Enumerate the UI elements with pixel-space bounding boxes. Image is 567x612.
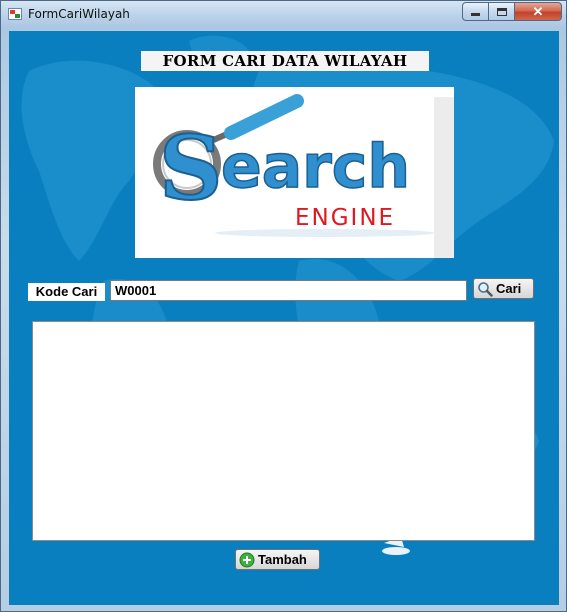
- tambah-button-label: Tambah: [258, 552, 307, 567]
- search-engine-logo: S earch ENGINE: [135, 87, 454, 258]
- form-client-area: FORM CARI DATA WILAYAH S earch ENGINE Ko…: [9, 31, 559, 605]
- logo-graphic: S earch ENGINE: [153, 94, 435, 237]
- close-icon: ✕: [532, 3, 544, 19]
- minimize-icon: [471, 13, 480, 16]
- kode-cari-label: Kode Cari: [28, 283, 105, 301]
- results-panel[interactable]: [32, 321, 535, 541]
- magnifier-icon: [478, 281, 493, 297]
- tambah-button[interactable]: Tambah: [235, 549, 320, 570]
- logo-main-text: earch: [221, 132, 410, 202]
- title-bar[interactable]: FormCariWilayah ✕: [1, 1, 566, 29]
- app-icon[interactable]: [8, 8, 22, 20]
- cari-button-label: Cari: [496, 281, 522, 296]
- window-controls: ✕: [462, 2, 562, 21]
- logo-s-letter: S: [159, 116, 223, 220]
- window-title: FormCariWilayah: [28, 7, 130, 21]
- close-button[interactable]: ✕: [515, 2, 562, 21]
- logo-side-strip: [434, 97, 454, 258]
- app-window: FormCariWilayah ✕ FORM CARI DATA WILAYAH…: [0, 0, 567, 612]
- maximize-button[interactable]: [489, 2, 515, 21]
- maximize-icon: [496, 7, 507, 16]
- minimize-button[interactable]: [462, 2, 489, 21]
- kode-cari-input[interactable]: [110, 280, 467, 301]
- logo-sub-text: ENGINE: [295, 205, 395, 231]
- plus-circle-icon: [239, 552, 255, 567]
- cari-button[interactable]: Cari: [473, 278, 534, 299]
- form-heading: FORM CARI DATA WILAYAH: [141, 51, 429, 71]
